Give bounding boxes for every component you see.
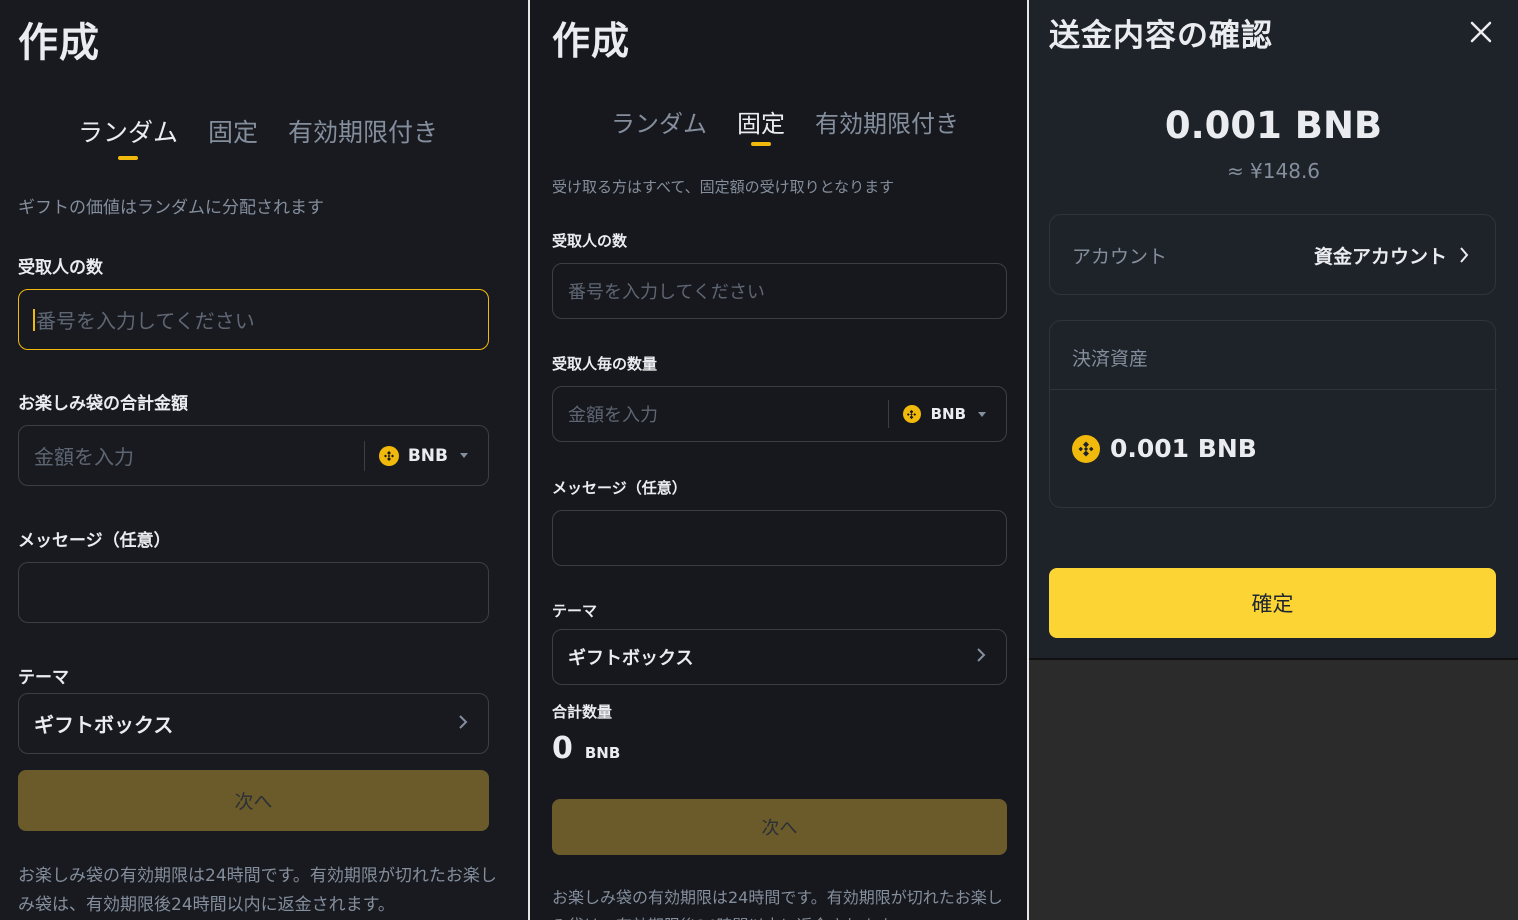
asset-name: BNB <box>930 405 966 423</box>
theme-selector[interactable]: ギフトボックス <box>552 629 1007 685</box>
theme-value: ギフトボックス <box>34 713 174 737</box>
tab-label: 有効期限付き <box>288 118 439 147</box>
asset-name: BNB <box>407 445 448 466</box>
recipients-label: 受取人の数 <box>18 258 103 278</box>
tab-random[interactable]: ランダム <box>78 113 179 160</box>
tab-label: 固定 <box>208 118 259 147</box>
expiry-footnote: お楽しみ袋の有効期限は24時間です。有効期限が切れたお楽しみ袋は、有効期限後24… <box>552 888 1003 920</box>
create-panel-fixed: 作成 ランダム 固定 有効期限付き 受け取る方はすべて、固定額の受け取りとなりま… <box>530 0 1027 920</box>
active-tab-indicator <box>751 142 771 146</box>
account-label: アカウント <box>1072 246 1168 268</box>
chevron-right-icon <box>458 714 468 734</box>
message-label: メッセージ（任意） <box>18 531 171 551</box>
payment-asset-label: 決済資産 <box>1072 348 1149 370</box>
tab-bar: ランダム 固定 有効期限付き <box>78 113 438 160</box>
page-title: 作成 <box>552 19 631 63</box>
theme-selector[interactable]: ギフトボックス <box>18 693 489 754</box>
amount-placeholder: 金額を入力 <box>568 405 658 426</box>
confirm-button[interactable]: 確定 <box>1049 568 1496 638</box>
bnb-coin-icon <box>378 445 399 466</box>
tab-random[interactable]: ランダム <box>611 104 707 139</box>
recipients-label: 受取人の数 <box>552 232 628 250</box>
recipients-input[interactable]: 番号を入力してください <box>18 289 489 350</box>
tab-label: ランダム <box>78 118 179 147</box>
tab-fixed[interactable]: 固定 <box>737 104 785 146</box>
tab-description: ギフトの価値はランダムに分配されます <box>18 198 324 218</box>
total-quantity-unit: BNB <box>584 744 621 762</box>
account-value: 資金アカウント <box>1313 246 1447 268</box>
tab-label: 固定 <box>737 110 785 138</box>
tab-bar: ランダム 固定 有効期限付き <box>611 104 959 146</box>
tab-expiring[interactable]: 有効期限付き <box>815 104 959 139</box>
total-amount-input[interactable]: 金額を入力 BNB <box>18 425 489 486</box>
text-cursor <box>33 308 35 331</box>
total-quantity: 0 BNB <box>552 731 620 766</box>
bnb-coin-icon <box>902 405 921 423</box>
close-icon[interactable] <box>1467 18 1495 46</box>
card-divider <box>1050 389 1497 390</box>
tab-label: ランダム <box>611 110 707 138</box>
account-selector[interactable]: アカウント 資金アカウント <box>1049 214 1496 295</box>
total-amount-label: お楽しみ袋の合計金額 <box>18 394 188 414</box>
recipients-input[interactable]: 番号を入力してください <box>552 263 1007 319</box>
amount-placeholder: 金額を入力 <box>34 445 134 469</box>
theme-label: テーマ <box>552 602 598 620</box>
transfer-amount: 0.001 BNB <box>1164 104 1383 147</box>
dropdown-triangle-icon <box>978 411 986 417</box>
active-tab-indicator <box>118 156 138 160</box>
bnb-coin-icon <box>1072 434 1100 463</box>
tab-label: 有効期限付き <box>815 110 959 138</box>
payment-asset-card: 決済資産 0.001 BNB <box>1049 320 1497 508</box>
chevron-right-icon <box>1459 246 1469 268</box>
tab-expiring[interactable]: 有効期限付き <box>288 113 438 149</box>
confirm-transfer-panel: 送金内容の確認 0.001 BNB ≈ ¥148.6 アカウント 資金アカウント… <box>1029 0 1518 658</box>
payment-asset-value: 0.001 BNB <box>1110 434 1257 463</box>
total-quantity-value: 0 <box>552 731 573 766</box>
total-quantity-label: 合計数量 <box>552 703 613 721</box>
message-input[interactable] <box>18 562 489 623</box>
next-button[interactable]: 次へ <box>552 799 1007 855</box>
dialog-title: 送金内容の確認 <box>1049 18 1273 54</box>
dimmed-backdrop <box>1029 658 1518 920</box>
theme-value: ギフトボックス <box>568 648 694 669</box>
fiat-equivalent: ≈ ¥148.6 <box>1226 159 1321 183</box>
tab-fixed[interactable]: 固定 <box>208 113 258 149</box>
next-button[interactable]: 次へ <box>18 770 489 831</box>
create-panel-random: 作成 ランダム 固定 有効期限付き ギフトの価値はランダムに分配されます 受取人… <box>0 0 528 920</box>
message-label: メッセージ（任意） <box>552 479 687 497</box>
per-recipient-amount-input[interactable]: 金額を入力 BNB <box>552 386 1007 442</box>
dropdown-triangle-icon <box>460 453 468 458</box>
recipients-placeholder: 番号を入力してください <box>568 282 765 303</box>
theme-label: テーマ <box>18 668 69 688</box>
payment-asset-row: 0.001 BNB <box>1072 434 1257 463</box>
asset-selector[interactable]: BNB <box>887 400 1006 428</box>
chevron-right-icon <box>976 647 986 667</box>
page-title: 作成 <box>18 20 100 66</box>
tab-description: 受け取る方はすべて、固定額の受け取りとなります <box>552 178 895 196</box>
per-recipient-label: 受取人毎の数量 <box>552 355 658 373</box>
expiry-footnote: お楽しみ袋の有効期限は24時間です。有効期限が切れたお楽しみ袋は、有効期限後24… <box>18 866 497 915</box>
asset-selector[interactable]: BNB <box>363 440 488 471</box>
recipients-placeholder: 番号を入力してください <box>36 309 255 333</box>
message-input[interactable] <box>552 510 1007 566</box>
